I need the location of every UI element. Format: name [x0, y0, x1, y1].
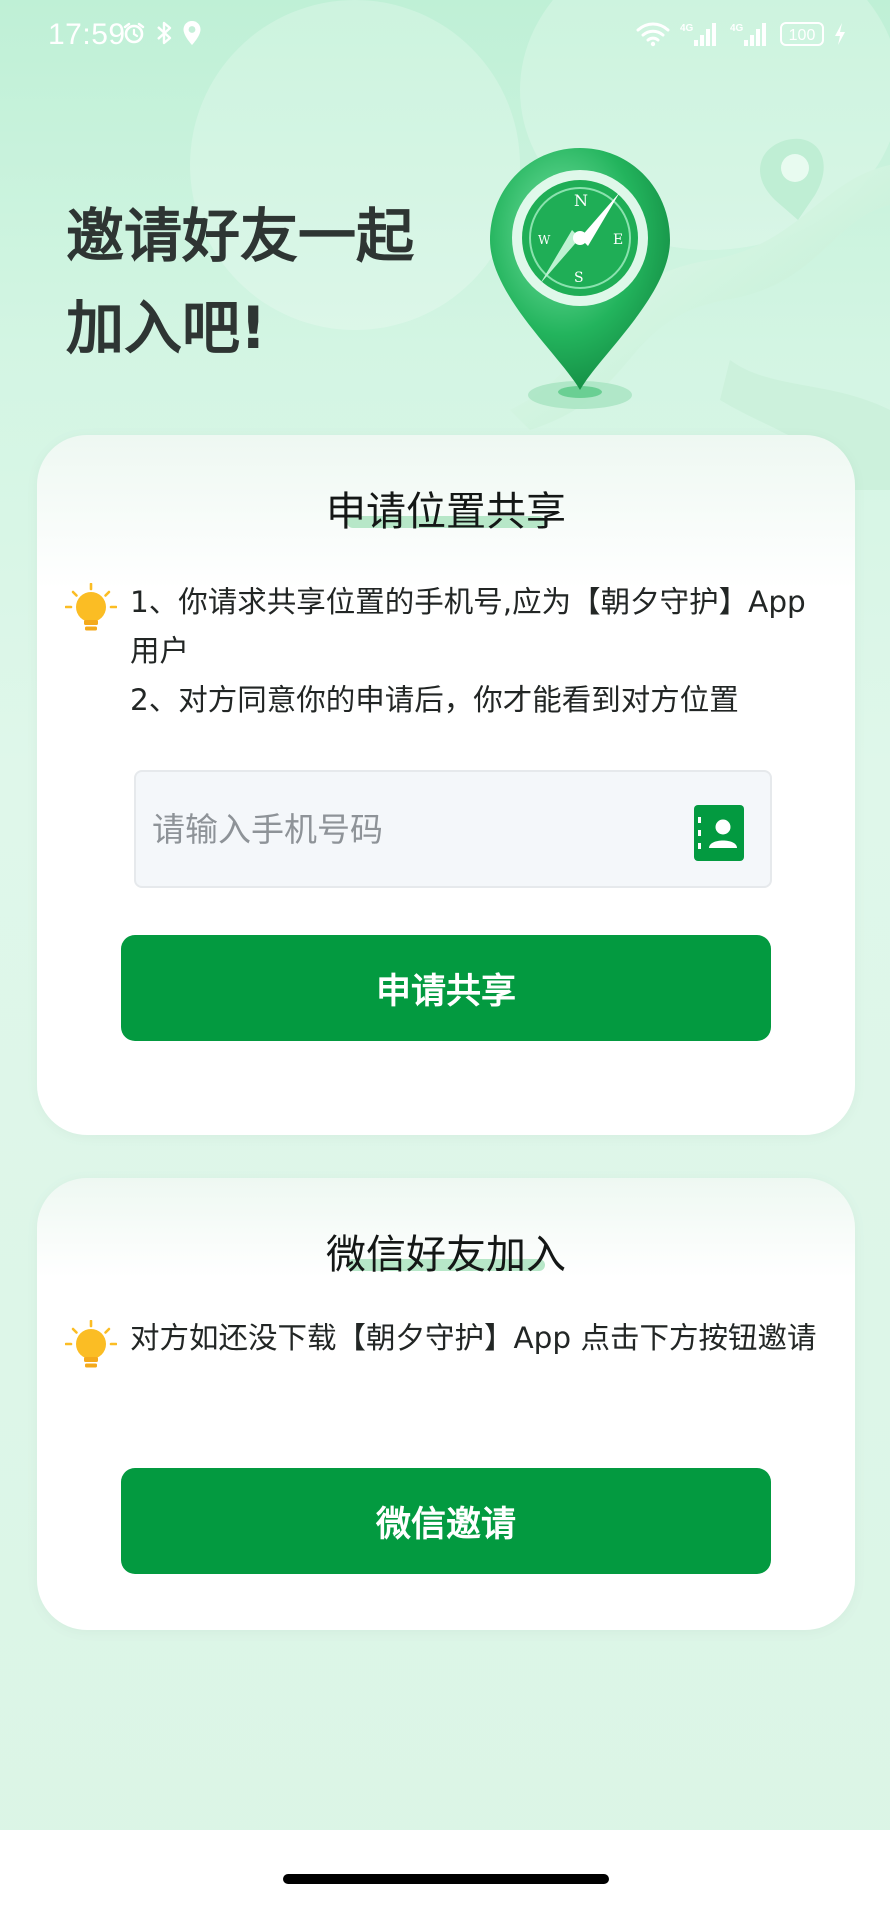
share-tip-text: 1、你请求共享位置的手机号,应为【朝夕守护】App用户 2、对方同意你的申请后，…	[130, 578, 830, 725]
status-bar: 17:59 4G 4G 100	[0, 0, 890, 72]
compass-w: W	[538, 233, 551, 247]
compass-e: E	[613, 232, 623, 248]
phone-number-input[interactable]	[136, 772, 656, 886]
apply-share-button[interactable]: 申请共享	[121, 935, 771, 1041]
battery-icon: 100	[780, 22, 824, 46]
invite-friends-screen: 17:59 4G 4G 100 邀请好友一起 加入吧! N E S W 申请位置…	[0, 0, 890, 1920]
status-right-icons: 4G 4G 100	[636, 20, 846, 48]
wifi-icon	[636, 22, 670, 47]
share-tip-line-2: 2、对方同意你的申请后，你才能看到对方位置	[130, 683, 739, 717]
navigation-bar	[0, 1830, 890, 1920]
contacts-book-icon[interactable]	[694, 805, 744, 861]
compass-s: S	[574, 270, 584, 286]
share-tip-line-1: 1、你请求共享位置的手机号,应为【朝夕守护】App用户	[130, 585, 806, 668]
compass-n: N	[574, 191, 588, 210]
wechat-card-title: 微信好友加入	[326, 1232, 566, 1278]
signal-4g-icon: 4G	[730, 23, 766, 46]
wechat-tip-text: 对方如还没下载【朝夕守护】App 点击下方按钮邀请	[130, 1321, 817, 1355]
lightbulb-icon	[65, 583, 117, 631]
wechat-invite-button[interactable]: 微信邀请	[121, 1468, 771, 1574]
bluetooth-icon	[157, 21, 172, 45]
network-label: 4G	[680, 23, 694, 34]
home-indicator[interactable]	[283, 1874, 609, 1884]
network-label: 4G	[730, 23, 744, 34]
alarm-icon	[123, 22, 145, 44]
location-icon	[183, 21, 201, 45]
signal-4g-icon: 4G	[680, 23, 716, 46]
lightbulb-icon	[65, 1320, 117, 1368]
charging-icon	[835, 23, 845, 45]
share-card-title: 申请位置共享	[326, 489, 566, 535]
phone-input-container	[134, 770, 772, 888]
share-location-card: 申请位置共享 1、你请求共享位置的手机号,应为【朝夕守护】App用户 2、对方同…	[37, 435, 855, 1135]
status-time: 17:59	[48, 18, 126, 51]
page-title: 邀请好友一起 加入吧!	[66, 202, 415, 362]
wechat-invite-card: 微信好友加入 对方如还没下载【朝夕守护】App 点击下方按钮邀请 微信邀请	[37, 1178, 855, 1630]
status-left-icons	[122, 20, 202, 46]
